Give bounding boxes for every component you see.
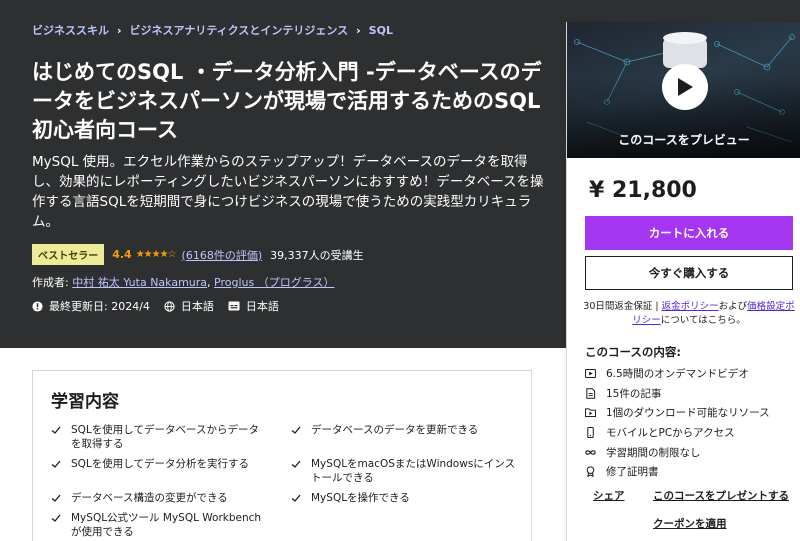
learn-item: データベース構造の変更ができる <box>51 491 263 505</box>
check-icon <box>51 460 61 468</box>
includes-title: このコースの内容: <box>585 345 682 359</box>
video-icon <box>585 369 596 379</box>
breadcrumb-item-business-analytics[interactable]: ビジネスアナリティクスとインテリジェンス <box>130 22 349 38</box>
buy-now-button[interactable]: 今すぐ購入する <box>585 256 793 290</box>
ratings-count-link[interactable]: (6168件の評価) <box>182 247 263 263</box>
includes-list: 6.5時間のオンデマンドビデオ 15件の記事 1個のダウンロード可能なリソース … <box>585 364 770 482</box>
article-icon <box>586 388 596 399</box>
learn-item: SQLを使用してデータ分析を実行する <box>51 457 263 471</box>
preview-label: このコースをプレビュー <box>618 133 750 147</box>
chevron-right-icon: › <box>117 23 122 37</box>
gift-course-link[interactable]: このコースをプレゼントする <box>653 488 789 503</box>
refund-notice: 30日間返金保証 | 返金ポリシーおよび価格設定ポリシーについてはこちら。 <box>581 300 797 328</box>
check-icon <box>51 514 61 522</box>
list-item: 1個のダウンロード可能なリソース <box>585 403 770 423</box>
includes-text: 1個のダウンロード可能なリソース <box>606 407 770 420</box>
learn-item-text: SQLを使用してデータベースからデータを取得する <box>71 424 259 450</box>
includes-text: 15件の記事 <box>606 387 662 400</box>
infinity-icon <box>585 449 596 455</box>
course-language: 日本語 <box>164 298 214 314</box>
includes-text: 修了証明書 <box>606 466 659 479</box>
refund-and-text: および <box>718 301 748 312</box>
add-to-cart-button[interactable]: カートに入れる <box>585 216 793 250</box>
chevron-right-icon: › <box>356 23 361 37</box>
star-rating-icon: ★★★★☆ <box>135 249 177 260</box>
globe-icon <box>164 300 175 312</box>
check-icon <box>291 426 301 434</box>
captions-text: 日本語 <box>245 300 279 313</box>
rating-value: 4.4 <box>112 248 132 261</box>
folder-icon <box>585 408 596 418</box>
bestseller-badge: ベストセラー <box>32 244 105 265</box>
check-icon <box>291 460 301 468</box>
includes-text: モバイルとPCからアクセス <box>606 427 735 440</box>
includes-text: 6.5時間のオンデマンドビデオ <box>606 368 749 381</box>
author-link-nakamura[interactable]: 中村 祐太 Yuta Nakamura <box>72 276 207 289</box>
list-item: 15件の記事 <box>585 384 770 404</box>
check-icon <box>51 426 61 434</box>
learn-item: MySQLを操作できる <box>291 491 516 505</box>
list-item: 学習期間の制限なし <box>585 442 770 462</box>
author-prefix: 作成者: <box>32 276 69 289</box>
breadcrumb-item-sql[interactable]: SQL <box>369 24 393 37</box>
students-count: 39,337人の受講生 <box>270 248 364 262</box>
course-captions: 日本語 <box>228 298 279 314</box>
breadcrumb: ビジネススキル › ビジネスアナリティクスとインテリジェンス › SQL <box>32 22 393 38</box>
course-price: ¥ 21,800 <box>589 178 697 203</box>
refund-guarantee-text: 30日間返金保証 | <box>583 301 662 312</box>
check-icon <box>51 494 61 502</box>
purchase-sidebar: このコースをプレビュー ¥ 21,800 カートに入れる 今すぐ購入する 30日… <box>566 22 800 541</box>
refund-policy-link[interactable]: 返金ポリシー <box>662 301 719 312</box>
what-you-learn-box: 学習内容 SQLを使用してデータベースからデータを取得する データベースのデータ… <box>32 370 532 541</box>
author-row: 作成者: 中村 祐太 Yuta Nakamura, Proglus （プログラス… <box>32 274 335 290</box>
learn-item-text: SQLを使用してデータ分析を実行する <box>71 458 249 470</box>
author-separator: , <box>207 276 215 289</box>
learn-item: MySQL公式ツール MySQL Workbenchが使用できる <box>51 511 263 539</box>
learn-item: MySQLをmacOSまたはWindowsにインストールできる <box>291 457 516 485</box>
course-subtitle: MySQL 使用。エクセル作業からのステップアップ！データベースのデータを取得し… <box>32 154 544 230</box>
learn-item-text: MySQL公式ツール MySQL Workbenchが使用できる <box>71 512 262 538</box>
learn-item: データベースのデータを更新できる <box>291 423 516 437</box>
check-icon <box>291 494 301 502</box>
learn-item-text: データベース構造の変更ができる <box>71 492 228 504</box>
language-text: 日本語 <box>180 300 214 313</box>
rating-row: ベストセラー 4.4 ★★★★☆ (6168件の評価) 39,337人の受講生 <box>32 244 364 265</box>
list-item: モバイルとPCからアクセス <box>585 423 770 443</box>
play-icon <box>678 78 693 96</box>
list-item: 修了証明書 <box>585 462 770 482</box>
mobile-icon <box>587 427 594 439</box>
info-row: 最終更新日: 2024/4 日本語 日本語 <box>32 298 293 314</box>
refund-tail-text: についてはこちら。 <box>660 315 746 326</box>
captions-icon <box>228 301 240 311</box>
play-button[interactable] <box>662 64 708 110</box>
certificate-icon <box>586 466 595 478</box>
breadcrumb-item-business-skills[interactable]: ビジネススキル <box>32 22 109 38</box>
author-link-proglus[interactable]: Proglus （プログラス） <box>214 276 334 289</box>
learn-item: SQLを使用してデータベースからデータを取得する <box>51 423 263 451</box>
share-link[interactable]: シェア <box>593 488 625 503</box>
learn-item-text: MySQLをmacOSまたはWindowsにインストールできる <box>311 458 516 484</box>
learn-item-text: MySQLを操作できる <box>311 492 410 504</box>
course-title: はじめてのSQL ・データ分析入門 -データベースのデータをビジネスパーソンが現… <box>32 60 542 142</box>
last-updated-text: 最終更新日: 2024/4 <box>49 300 150 313</box>
includes-text: 学習期間の制限なし <box>606 446 701 459</box>
alert-icon <box>32 300 43 312</box>
last-updated: 最終更新日: 2024/4 <box>32 298 150 314</box>
course-preview[interactable]: このコースをプレビュー <box>567 22 800 158</box>
apply-coupon-link[interactable]: クーポンを適用 <box>653 516 727 531</box>
list-item: 6.5時間のオンデマンドビデオ <box>585 364 770 384</box>
what-you-learn-title: 学習内容 <box>51 392 119 412</box>
learn-item-text: データベースのデータを更新できる <box>311 424 479 436</box>
